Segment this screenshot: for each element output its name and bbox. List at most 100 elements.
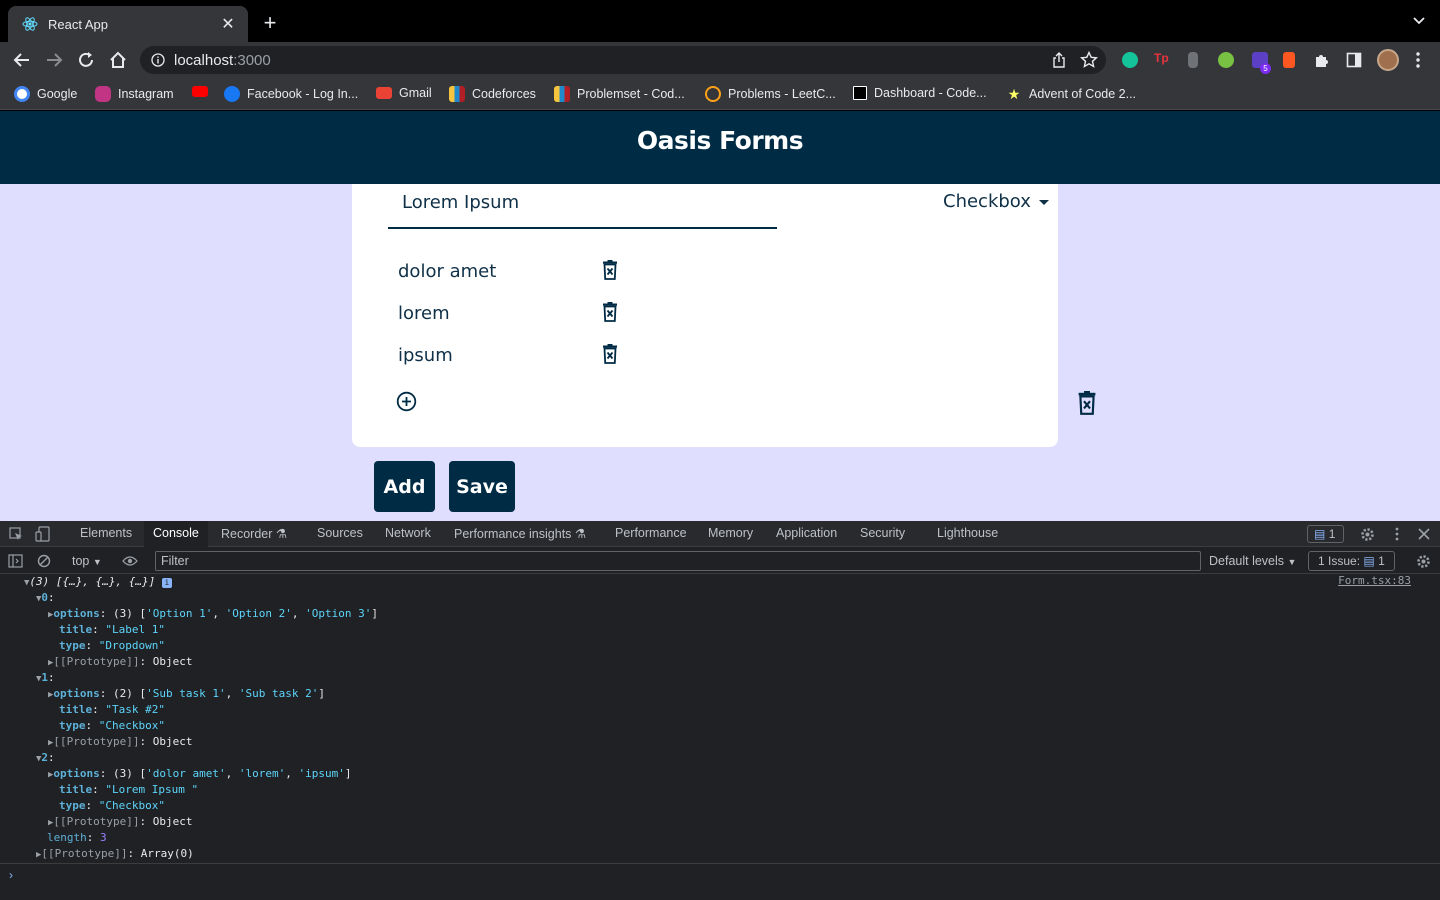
question-title-input[interactable]: Lorem Ipsum	[388, 184, 777, 229]
save-button[interactable]: Save	[449, 461, 515, 512]
issues-counter[interactable]: 1 Issue: ▤ 1	[1308, 551, 1395, 571]
back-arrow-icon[interactable]	[12, 50, 32, 70]
log-item-index[interactable]: ▼0:	[36, 590, 55, 607]
profile-avatar[interactable]	[1377, 49, 1399, 71]
log-array-prototype-row[interactable]: ▶[[Prototype]]: Array(0)	[36, 846, 194, 863]
prompt-chevron-icon: ›	[9, 868, 13, 882]
log-options-row[interactable]: ▶options: (2) ['Sub task 1', 'Sub task 2…	[48, 686, 325, 703]
bookmark-gmail[interactable]: Gmail	[376, 86, 432, 100]
aoc-star-icon: ★	[1007, 86, 1021, 102]
tab-lighthouse[interactable]: Lighthouse	[937, 526, 998, 540]
bookmark-leetcode[interactable]: Problems - LeetC...	[705, 86, 836, 102]
option-text[interactable]: ipsum	[398, 345, 453, 366]
bookmark-star-icon[interactable]	[1080, 51, 1098, 69]
caret-down-icon	[1038, 200, 1049, 205]
bookmark-codeforces[interactable]: Codeforces	[449, 86, 536, 102]
log-type-row: type: "Checkbox"	[59, 799, 165, 812]
sidebar-toggle-icon[interactable]	[8, 554, 23, 568]
log-options-row[interactable]: ▶options: (3) ['Option 1', 'Option 2', '…	[48, 606, 378, 623]
live-expression-eye-icon[interactable]	[122, 555, 138, 567]
log-prototype-row[interactable]: ▶[[Prototype]]: Object	[48, 654, 193, 671]
settings-gear-icon[interactable]	[1360, 527, 1375, 542]
reload-icon[interactable]	[76, 50, 96, 70]
add-button[interactable]: Add	[374, 461, 435, 512]
side-panel-icon[interactable]	[1346, 52, 1362, 68]
site-info-icon[interactable]	[151, 53, 165, 67]
option-text[interactable]: dolor amet	[398, 261, 496, 282]
more-options-icon[interactable]	[1391, 526, 1403, 542]
question-type-value: Checkbox	[943, 191, 1031, 212]
tab-performance-insights[interactable]: Performance insights ⚗	[454, 526, 586, 541]
tab-elements[interactable]: Elements	[80, 526, 132, 540]
context-selector[interactable]: top ▼	[72, 554, 102, 568]
log-array-header[interactable]: ▼(3) [{…}, {…}, {…}] i	[24, 574, 172, 591]
bookmark-dashboard[interactable]: Dashboard - Code...	[853, 86, 987, 100]
source-link[interactable]: Form.tsx:83	[1338, 574, 1411, 587]
log-options-row[interactable]: ▶options: (3) ['dolor amet', 'lorem', 'i…	[48, 766, 351, 783]
tab-network[interactable]: Network	[385, 526, 431, 540]
bookmark-youtube[interactable]	[192, 86, 215, 97]
tab-recorder[interactable]: Recorder ⚗	[221, 526, 287, 541]
log-length-row: length: 3	[47, 831, 107, 844]
question-card: Lorem Ipsum Checkbox dolor amet lorem ip…	[352, 184, 1058, 447]
option-text[interactable]: lorem	[398, 303, 450, 324]
puzzle-extensions-icon[interactable]	[1313, 52, 1330, 69]
console-settings-gear-icon[interactable]	[1416, 554, 1431, 569]
bookmark-problemset[interactable]: Problemset - Cod...	[554, 86, 685, 102]
close-tab-icon[interactable]: ✕	[218, 14, 238, 34]
app-brand-title: Oasis Forms	[636, 126, 804, 155]
extension-icon[interactable]	[1188, 52, 1198, 68]
tab-sources[interactable]: Sources	[317, 526, 363, 540]
delete-option-icon[interactable]	[602, 344, 618, 364]
delete-question-icon[interactable]	[1077, 391, 1097, 415]
grammarly-icon[interactable]	[1122, 52, 1138, 68]
log-title-row: title: "Label 1"	[59, 623, 165, 636]
tab-search-chevron-icon[interactable]	[1412, 14, 1426, 28]
tp-extension-icon[interactable]: Tp	[1154, 51, 1170, 67]
browser-menu-icon[interactable]	[1410, 51, 1426, 69]
device-toolbar-icon[interactable]	[35, 526, 51, 542]
log-item-index[interactable]: ▼2:	[36, 750, 55, 767]
log-prototype-row[interactable]: ▶[[Prototype]]: Object	[48, 734, 193, 751]
tab-console[interactable]: Console	[144, 521, 208, 547]
console-prompt[interactable]: ›	[0, 863, 1440, 900]
codeforces-icon	[554, 86, 570, 102]
inspect-element-icon[interactable]	[9, 527, 23, 541]
new-tab-icon[interactable]: +	[258, 12, 282, 34]
close-devtools-icon[interactable]	[1418, 528, 1430, 540]
log-item-index[interactable]: ▼1:	[36, 670, 55, 687]
tab-title: React App	[48, 16, 108, 32]
bookmark-advent-of-code[interactable]: ★ Advent of Code 2...	[1006, 86, 1136, 102]
log-prototype-row[interactable]: ▶[[Prototype]]: Object	[48, 814, 193, 831]
tab-memory[interactable]: Memory	[708, 526, 753, 540]
extension-icon[interactable]	[1283, 52, 1295, 68]
add-option-icon[interactable]	[396, 391, 417, 412]
codechef-icon	[853, 86, 867, 100]
plus-extension-icon[interactable]	[1218, 52, 1234, 68]
bookmark-instagram[interactable]: Instagram	[95, 86, 174, 102]
share-icon[interactable]	[1052, 52, 1066, 68]
devtools-panel: Elements Console Recorder ⚗ Sources Netw…	[0, 521, 1440, 900]
question-type-select[interactable]: Checkbox	[943, 191, 1049, 212]
clear-console-icon[interactable]	[37, 554, 51, 568]
log-title-row: title: "Task #2"	[59, 703, 165, 716]
tab-application[interactable]: Application	[776, 526, 837, 540]
tab-performance[interactable]: Performance	[615, 526, 687, 540]
flask-icon: ⚗	[275, 527, 288, 541]
issues-badge[interactable]: ▤ 1	[1307, 525, 1344, 543]
instagram-icon	[95, 86, 111, 102]
delete-option-icon[interactable]	[602, 302, 618, 322]
log-levels-select[interactable]: Default levels ▼	[1209, 554, 1296, 568]
caret-down-icon: ▼	[1287, 557, 1297, 567]
browser-tab[interactable]: React App ✕	[8, 6, 248, 42]
console-filter-input[interactable]: Filter	[155, 551, 1201, 571]
tab-security[interactable]: Security	[860, 526, 905, 540]
forward-arrow-icon[interactable]	[44, 50, 64, 70]
google-icon	[14, 86, 30, 102]
bookmark-google[interactable]: Google	[14, 86, 77, 102]
delete-option-icon[interactable]	[602, 260, 618, 280]
bookmark-facebook[interactable]: Facebook - Log In...	[224, 86, 358, 102]
address-bar[interactable]: localhost:3000	[140, 46, 1106, 74]
home-icon[interactable]	[108, 50, 128, 70]
facebook-icon	[224, 86, 240, 102]
